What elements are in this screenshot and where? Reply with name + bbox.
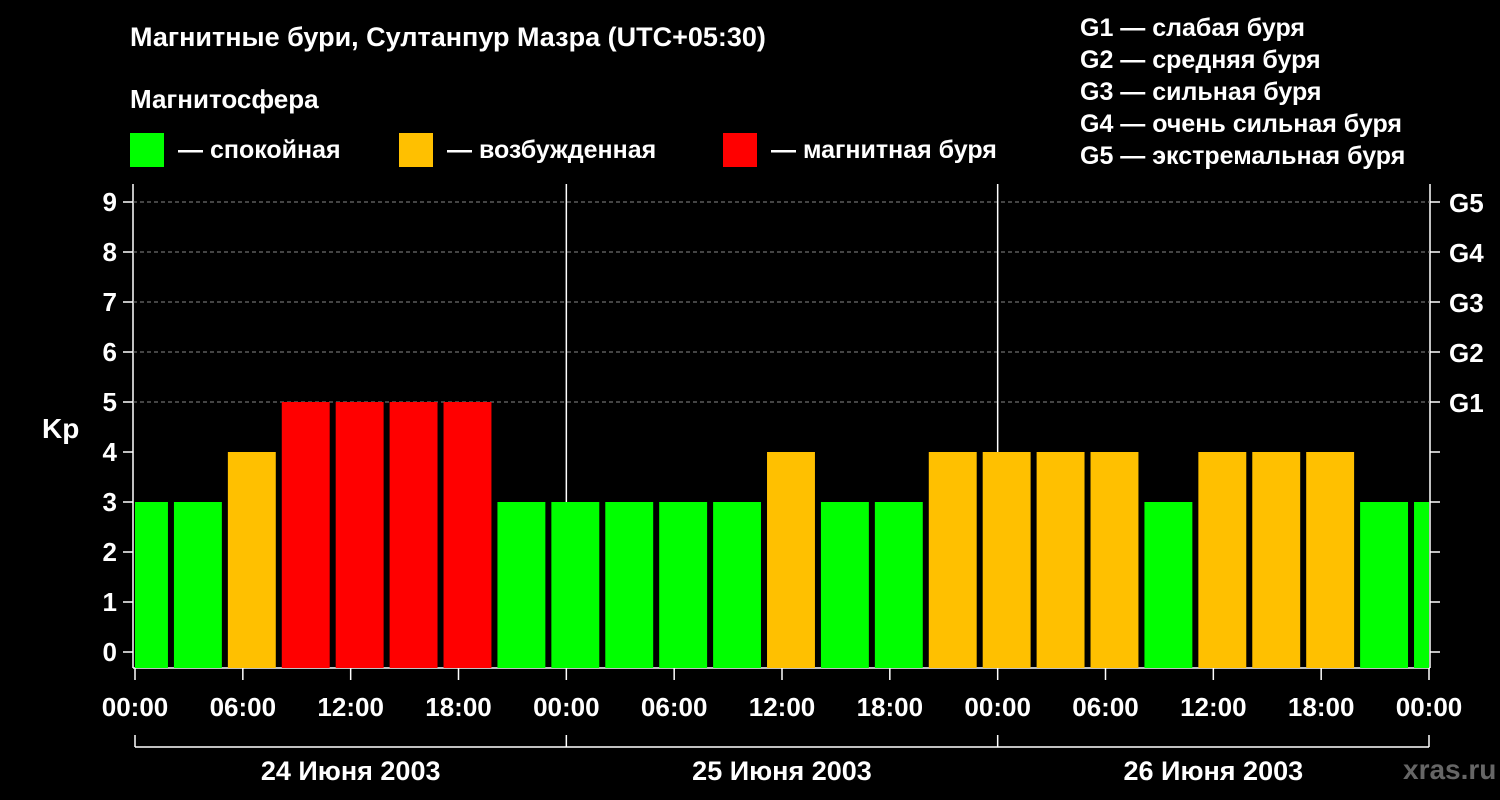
kp-bar [1198, 452, 1247, 668]
x-tick-label: 12:00 [1180, 692, 1247, 722]
x-tick-label: 06:00 [210, 692, 277, 722]
g-level-label: G1 [1449, 388, 1484, 418]
x-tick-label: 06:00 [1072, 692, 1139, 722]
y-tick-label: 2 [103, 537, 117, 567]
g-level-label: G5 [1449, 188, 1484, 218]
kp-bar [1090, 452, 1139, 668]
y-tick-label: 3 [103, 487, 117, 517]
x-tick-label: 18:00 [425, 692, 492, 722]
y-tick-label: 4 [103, 437, 118, 467]
x-tick-label: 18:00 [857, 692, 924, 722]
kp-bar [281, 402, 330, 668]
kp-bar [1360, 502, 1409, 668]
kp-bar [874, 502, 923, 668]
x-tick-label: 00:00 [1396, 692, 1463, 722]
kp-bar [605, 502, 654, 668]
day-label: 26 Июня 2003 [1124, 756, 1304, 786]
y-axis-label: Kp [42, 413, 79, 444]
g-level-label: G2 [1449, 338, 1484, 368]
watermark: xras.ru [1403, 754, 1497, 785]
kp-bar [1252, 452, 1301, 668]
y-tick-label: 1 [103, 587, 117, 617]
x-tick-label: 12:00 [749, 692, 816, 722]
kp-bar [1144, 502, 1193, 668]
day-label: 24 Июня 2003 [261, 756, 441, 786]
y-tick-label: 8 [103, 237, 117, 267]
day-label: 25 Июня 2003 [692, 756, 872, 786]
kp-bar [928, 452, 977, 668]
kp-bar [497, 502, 546, 668]
y-tick-label: 6 [103, 337, 117, 367]
g-level-label: G3 [1449, 288, 1484, 318]
kp-bar [173, 502, 222, 668]
g-level-label: G4 [1449, 238, 1484, 268]
x-tick-label: 00:00 [102, 692, 169, 722]
x-tick-label: 06:00 [641, 692, 708, 722]
kp-bar [820, 502, 869, 668]
y-tick-label: 9 [103, 187, 117, 217]
x-tick-label: 00:00 [964, 692, 1031, 722]
kp-bar [335, 402, 384, 668]
y-tick-label: 5 [103, 387, 117, 417]
kp-bar [227, 452, 276, 668]
kp-bar [767, 452, 815, 668]
kp-bar-chart: 0 1 2 3 4 5 6 7 8 9 G1 G2 G3 G4 G5 Kp 00:00 06:00 12:00 18:… [42, 184, 1484, 786]
kp-bar [982, 452, 1031, 668]
kp-bar [551, 502, 600, 668]
y-tick-label: 0 [103, 637, 117, 667]
x-tick-label: 18:00 [1288, 692, 1355, 722]
kp-bar [1306, 452, 1355, 668]
kp-bar [1036, 452, 1085, 668]
kp-bar [389, 402, 438, 668]
kp-bar [713, 502, 762, 668]
x-tick-label: 12:00 [317, 692, 384, 722]
kp-bar [135, 502, 168, 668]
kp-bar [659, 502, 708, 668]
kp-bar [1414, 502, 1429, 668]
x-tick-label: 00:00 [533, 692, 600, 722]
y-tick-label: 7 [103, 287, 117, 317]
kp-bar [443, 402, 492, 668]
